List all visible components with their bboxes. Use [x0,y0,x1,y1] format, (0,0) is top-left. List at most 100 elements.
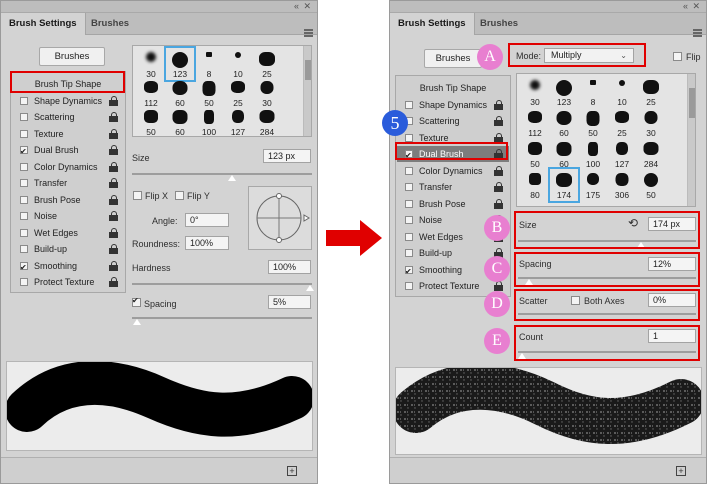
option-item-dual-brush[interactable]: Dual Brush [397,146,509,164]
brush-preset[interactable]: 30 [521,76,549,108]
option-item-shape-dynamics[interactable]: Shape Dynamics [12,93,124,109]
lock-icon[interactable] [109,95,118,106]
spacing-checkbox[interactable] [132,296,141,307]
option-item-transfer[interactable]: Transfer [12,175,124,191]
option-item-noise[interactable]: Noise [12,208,124,224]
brush-preset[interactable]: 50 [137,106,165,138]
preset-scrollbar[interactable] [687,74,695,206]
brush-preset[interactable]: 127 [608,138,636,170]
panel-menu-icon[interactable] [304,29,313,37]
brush-preset[interactable]: 10 [224,48,252,80]
spacing-slider[interactable] [132,317,312,319]
collapse-icon[interactable]: « [683,1,688,12]
brush-preset[interactable]: 112 [137,77,165,109]
size-field[interactable]: 123 px [263,149,311,163]
hardness-slider[interactable] [132,283,312,285]
option-item-wet-edges[interactable]: Wet Edges [12,225,124,241]
lock-icon[interactable] [109,178,118,188]
lock-icon[interactable] [494,149,503,159]
brush-preset[interactable]: 30 [253,77,281,109]
option-item-color-dynamics[interactable]: Color Dynamics [397,163,509,179]
option-item-protect-texture[interactable]: Protect Texture [12,274,124,290]
option-checkbox[interactable] [405,100,413,109]
option-checkbox[interactable] [20,195,28,204]
brush-preset[interactable]: 25 [224,77,252,109]
lock-icon[interactable] [494,99,503,110]
lock-icon[interactable] [494,165,503,176]
size-slider-handle[interactable] [227,175,237,182]
brush-preset[interactable]: 123 [164,46,196,82]
option-checkbox[interactable] [20,96,28,105]
spacing-field[interactable]: 5% [268,295,311,309]
tab-brush-settings[interactable]: Brush Settings [1,13,86,35]
brush-preset[interactable]: 8 [195,48,223,80]
scatter-slider[interactable] [518,313,696,315]
brush-preset[interactable]: 60 [166,77,194,109]
lock-icon[interactable] [109,194,118,205]
option-checkbox[interactable] [20,260,28,276]
count-slider[interactable] [518,351,696,353]
scroll-thumb[interactable] [689,88,695,118]
hardness-slider-handle[interactable] [305,285,315,292]
reset-size-icon[interactable]: ⟲ [628,216,638,230]
option-checkbox[interactable] [20,212,28,220]
lock-icon[interactable] [109,211,118,221]
option-item-transfer[interactable]: Transfer [397,179,509,195]
option-item-brush-tip-shape[interactable]: Brush Tip Shape [397,80,509,96]
option-checkbox[interactable] [405,183,413,191]
tab-brush-settings[interactable]: Brush Settings [390,13,475,35]
lock-icon[interactable] [109,145,118,155]
option-item-texture[interactable]: Texture [397,130,509,146]
brush-preset[interactable]: 60 [166,106,194,138]
option-checkbox[interactable] [20,278,28,286]
option-checkbox[interactable] [405,264,413,280]
option-item-dual-brush[interactable]: Dual Brush [12,142,124,160]
brush-preset[interactable]: 306 [608,169,636,201]
option-checkbox[interactable] [20,228,28,237]
lock-icon[interactable] [494,198,503,209]
option-item-build-up[interactable]: Build-up [12,241,124,257]
brush-preset[interactable]: 25 [608,107,636,139]
close-icon[interactable]: ✕ [692,1,700,12]
brush-preset[interactable]: 60 [550,138,578,170]
lock-icon[interactable] [494,116,503,126]
brush-preset[interactable]: 50 [637,169,665,201]
create-new-brush-icon[interactable]: + [676,466,686,476]
lock-icon[interactable] [109,128,118,139]
brush-preset[interactable]: 25 [253,48,281,80]
option-item-brush-pose[interactable]: Brush Pose [12,192,124,208]
flip-x-checkbox[interactable] [133,191,142,200]
panel-menu-icon[interactable] [693,29,702,37]
option-checkbox[interactable] [405,282,413,290]
option-checkbox[interactable] [20,113,28,121]
brush-preset[interactable]: 127 [224,106,252,138]
both-axes-checkbox[interactable] [571,296,580,305]
option-checkbox[interactable] [20,162,28,171]
brush-preset[interactable]: 8 [579,76,607,108]
brush-preset[interactable]: 175 [579,169,607,201]
lock-icon[interactable] [109,277,118,287]
tab-brushes[interactable]: Brushes [83,13,137,35]
brush-preset[interactable]: 10 [608,76,636,108]
flip-checkbox[interactable] [673,52,682,61]
brushes-button[interactable]: Brushes [424,49,482,68]
spacing-field[interactable]: 12% [648,257,696,271]
brush-preset[interactable]: 112 [521,107,549,139]
brush-preset[interactable]: 174 [548,167,580,203]
option-checkbox[interactable] [405,199,413,208]
lock-icon[interactable] [494,182,503,192]
option-checkbox[interactable] [405,148,413,164]
option-checkbox[interactable] [20,129,28,138]
lock-icon[interactable] [109,260,118,271]
close-icon[interactable]: ✕ [303,1,311,12]
flip-y-checkbox[interactable] [175,191,184,200]
angle-roundness-widget[interactable] [248,186,312,250]
option-item-smoothing[interactable]: Smoothing [12,258,124,276]
option-item-scattering[interactable]: Scattering [397,113,509,129]
lock-icon[interactable] [494,132,503,143]
tab-brushes[interactable]: Brushes [472,13,526,35]
lock-icon[interactable] [109,161,118,172]
count-field[interactable]: 1 [648,329,696,343]
brush-preset[interactable]: 80 [521,169,549,201]
lock-icon[interactable] [109,244,118,254]
